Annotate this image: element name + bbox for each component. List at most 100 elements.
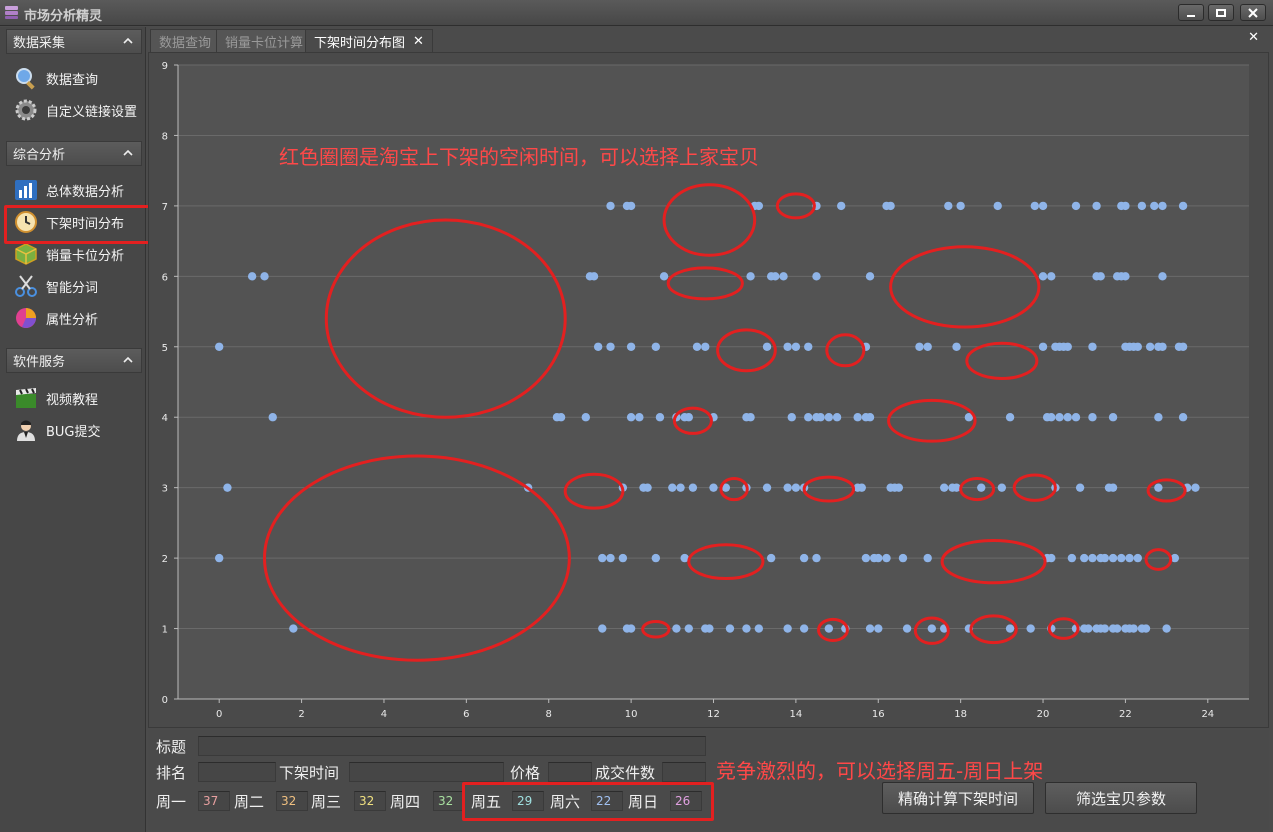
data-point bbox=[1141, 624, 1151, 633]
scatter-chart-panel: 0 1 2 3 4 5 6 7 8 9 0 2 4 6 8 10 12 14 16 18 20 22 24 红色圈圈是淘宝上… bbox=[148, 52, 1269, 728]
data-point bbox=[754, 201, 764, 211]
data-point bbox=[1150, 201, 1159, 211]
weekday-count-thu[interactable]: 32 bbox=[433, 791, 465, 811]
sidebar-item-video-tutorial[interactable]: 视频教程 bbox=[14, 385, 98, 411]
data-point bbox=[812, 553, 821, 563]
title-label: 标题 bbox=[156, 738, 187, 756]
close-window-button[interactable] bbox=[1240, 4, 1266, 21]
chevron-up-icon bbox=[123, 37, 133, 44]
app-window: 市场分析精灵 数据采集 数据查询 自定义链接设置 综合分析 总体数据分析 下架时… bbox=[0, 0, 1273, 832]
data-point bbox=[766, 553, 776, 563]
data-point bbox=[1108, 413, 1118, 422]
y-tick-label: 4 bbox=[162, 413, 168, 424]
data-point bbox=[836, 201, 846, 211]
maximize-button[interactable] bbox=[1208, 4, 1234, 21]
weekday-count-wed[interactable]: 32 bbox=[354, 791, 386, 811]
tab-delist-chart[interactable]: 下架时间分布图 ✕ bbox=[305, 29, 433, 52]
detail-form: 标题 排名 下架时间 价格 成交件数 竞争激烈的，可以选择周五-周日上架 周一 … bbox=[148, 730, 1269, 830]
data-point bbox=[688, 483, 698, 492]
data-point bbox=[593, 342, 603, 351]
section-label: 综合分析 bbox=[13, 148, 66, 163]
data-point bbox=[1026, 624, 1035, 633]
sidebar-item-label: 属性分析 bbox=[46, 312, 99, 328]
weekday-count-tue[interactable]: 32 bbox=[276, 791, 308, 811]
data-point bbox=[783, 624, 792, 633]
data-point bbox=[1158, 201, 1167, 211]
rank-field[interactable] bbox=[198, 762, 276, 782]
data-point bbox=[791, 342, 801, 351]
data-point bbox=[874, 553, 883, 563]
sold-count-field[interactable] bbox=[662, 762, 706, 782]
sidebar-item-label: 自定义链接设置 bbox=[46, 104, 138, 120]
section-header-data-collection[interactable]: 数据采集 bbox=[6, 29, 142, 54]
data-point bbox=[1154, 413, 1163, 422]
tab-close-icon[interactable]: ✕ bbox=[413, 34, 424, 49]
pie-chart-icon bbox=[16, 308, 36, 328]
data-point bbox=[783, 342, 792, 351]
data-point bbox=[799, 553, 809, 563]
cube-icon bbox=[15, 243, 37, 265]
title-field[interactable] bbox=[198, 736, 706, 756]
panel-close-icon[interactable]: ✕ bbox=[1248, 30, 1259, 45]
maximize-icon bbox=[1216, 8, 1226, 17]
data-point bbox=[626, 413, 636, 422]
data-point bbox=[672, 624, 681, 633]
minimize-button[interactable] bbox=[1178, 4, 1204, 21]
bar-chart-icon bbox=[15, 180, 37, 200]
sidebar-item-word-split[interactable]: 智能分词 bbox=[14, 273, 98, 299]
data-point bbox=[791, 483, 801, 492]
section-label: 软件服务 bbox=[13, 355, 66, 370]
data-point bbox=[1088, 553, 1097, 563]
data-point bbox=[762, 483, 772, 492]
data-point bbox=[1088, 342, 1097, 351]
data-point bbox=[1129, 624, 1138, 633]
sidebar-item-bug-report[interactable]: BUG提交 bbox=[14, 417, 101, 443]
section-header-analysis[interactable]: 综合分析 bbox=[6, 141, 142, 166]
data-point bbox=[1121, 201, 1130, 211]
sidebar-item-attribute-analysis[interactable]: 属性分析 bbox=[14, 305, 98, 331]
y-tick-label: 3 bbox=[162, 484, 168, 495]
data-point bbox=[618, 553, 628, 563]
sidebar-item-label: BUG提交 bbox=[46, 424, 101, 440]
data-point bbox=[898, 553, 908, 563]
sidebar-item-overall-analysis[interactable]: 总体数据分析 bbox=[14, 177, 124, 203]
sidebar-item-label: 数据查询 bbox=[46, 72, 99, 88]
sidebar-item-data-query[interactable]: 数据查询 bbox=[14, 65, 98, 91]
data-point bbox=[651, 553, 661, 563]
data-point bbox=[783, 483, 792, 492]
data-point bbox=[824, 413, 834, 422]
section-label: 数据采集 bbox=[13, 36, 66, 51]
data-point bbox=[861, 553, 871, 563]
filter-item-params-button[interactable]: 筛选宝贝参数 bbox=[1045, 782, 1197, 814]
data-point bbox=[1112, 624, 1122, 633]
data-point bbox=[260, 272, 269, 281]
delist-time-field[interactable] bbox=[349, 762, 504, 782]
data-point bbox=[1038, 201, 1048, 211]
weekday-count-mon[interactable]: 37 bbox=[198, 791, 230, 811]
sidebar-item-label: 智能分词 bbox=[46, 280, 99, 296]
section-header-software-service[interactable]: 软件服务 bbox=[6, 348, 142, 373]
data-point bbox=[626, 201, 636, 211]
tab-sales-rank-calc[interactable]: 销量卡位计算 bbox=[216, 29, 313, 52]
data-point bbox=[746, 413, 755, 422]
data-point bbox=[1133, 342, 1142, 351]
data-point bbox=[853, 413, 862, 422]
price-field[interactable] bbox=[548, 762, 592, 782]
sidebar-item-sales-rank[interactable]: 销量卡位分析 bbox=[14, 241, 124, 267]
data-point bbox=[1080, 553, 1089, 563]
tab-data-query[interactable]: 数据查询 bbox=[150, 29, 221, 52]
x-tick-label: 24 bbox=[1201, 709, 1214, 720]
x-tick-label: 22 bbox=[1119, 709, 1132, 720]
data-point bbox=[886, 201, 895, 211]
data-point bbox=[952, 342, 961, 351]
sidebar-item-custom-link[interactable]: 自定义链接设置 bbox=[14, 97, 137, 123]
data-point bbox=[289, 624, 298, 633]
data-point bbox=[581, 413, 591, 422]
gear-icon bbox=[15, 99, 37, 121]
data-point bbox=[1154, 483, 1163, 492]
data-point bbox=[1055, 413, 1064, 422]
data-point bbox=[626, 624, 636, 633]
tab-label: 下架时间分布图 bbox=[314, 35, 406, 51]
data-point bbox=[214, 553, 224, 563]
calculate-delist-time-button[interactable]: 精确计算下架时间 bbox=[882, 782, 1034, 814]
